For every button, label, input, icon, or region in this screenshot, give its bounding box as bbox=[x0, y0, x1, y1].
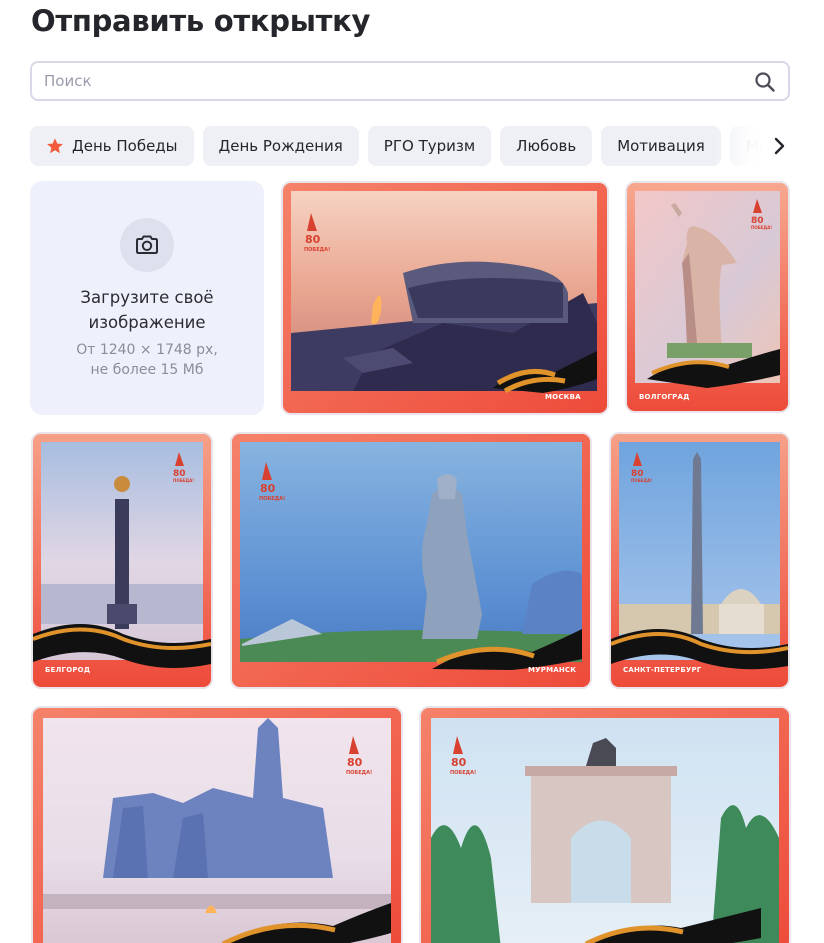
postcard-saint-petersburg[interactable]: 80 ПОБЕДА! САНКТ-ПЕТЕРБУРГ bbox=[609, 432, 790, 689]
upload-title: Загрузите своё изображение bbox=[80, 288, 214, 332]
page-title: Отправить открытку bbox=[31, 4, 371, 38]
postcard-illustration: 80 ПОБЕДА! bbox=[611, 434, 788, 687]
postcard-illustration: 80 ПОБЕДА! bbox=[232, 434, 590, 687]
upload-hint: От 1240 × 1748 px, не более 15 Мб bbox=[30, 340, 264, 380]
camera-button[interactable] bbox=[120, 218, 174, 272]
svg-text:ПОБЕДА!: ПОБЕДА! bbox=[259, 496, 285, 502]
tab-label: РГО Туризм bbox=[383, 137, 476, 155]
postcard-belgorod[interactable]: 80 ПОБЕДА! БЕЛГОРОД bbox=[31, 432, 213, 689]
chevron-right-icon[interactable] bbox=[770, 136, 790, 156]
postcard-illustration: 80 ПОБЕДА! bbox=[421, 708, 789, 943]
tab-label: Мотивация bbox=[617, 137, 705, 155]
upload-own-image-card[interactable]: Загрузите своё изображение От 1240 × 174… bbox=[30, 181, 264, 415]
tab-rgo-tourism[interactable]: РГО Туризм bbox=[367, 126, 492, 166]
postcard-triumphal-arch[interactable]: 80 ПОБЕДА! bbox=[419, 706, 791, 943]
svg-text:80: 80 bbox=[451, 756, 467, 769]
svg-text:ПОБЕДА!: ПОБЕДА! bbox=[346, 770, 372, 776]
svg-text:ПОБЕДА!: ПОБЕДА! bbox=[450, 770, 476, 776]
star-icon bbox=[47, 138, 63, 154]
postcard-city: САНКТ-ПЕТЕРБУРГ bbox=[623, 666, 702, 674]
postcard-illustration: 80 ПОБЕДА! bbox=[283, 183, 607, 413]
tab-label: День Победы bbox=[72, 137, 178, 155]
postcard-illustration: 80 ПОБЕДА! bbox=[33, 434, 211, 687]
upload-hint-limit: не более 15 Мб bbox=[90, 362, 204, 378]
tab-birthday[interactable]: День Рождения bbox=[202, 126, 359, 166]
postcard-city: БЕЛГОРОД bbox=[45, 666, 91, 674]
svg-text:ПОБЕДА!: ПОБЕДА! bbox=[751, 225, 772, 230]
search-field[interactable] bbox=[30, 61, 790, 101]
svg-text:ПОБЕДА!: ПОБЕДА! bbox=[304, 247, 330, 253]
postcard-city: МОСКВА bbox=[545, 393, 581, 401]
svg-text:80: 80 bbox=[260, 482, 276, 495]
tab-label: День Рождения bbox=[218, 137, 343, 155]
postcard-moscow[interactable]: 80 ПОБЕДА! МОСКВА bbox=[281, 181, 609, 415]
tab-label: Любовь bbox=[516, 137, 577, 155]
postcard-illustration: 80 ПОБЕДА! bbox=[627, 183, 788, 411]
camera-icon bbox=[136, 235, 158, 254]
postcard-city: МУРМАНСК bbox=[528, 666, 577, 674]
postcard-volgograd[interactable]: 80 ПОБЕДА! ВОЛГОГРАД bbox=[625, 181, 790, 413]
category-tabs: День Победы День Рождения РГО Туризм Люб… bbox=[30, 126, 770, 166]
tab-love[interactable]: Любовь bbox=[500, 126, 593, 166]
search-input[interactable] bbox=[44, 71, 734, 91]
tab-motivation[interactable]: Мотивация bbox=[601, 126, 721, 166]
svg-text:ПОБЕДА!: ПОБЕДА! bbox=[631, 478, 652, 483]
svg-text:80: 80 bbox=[347, 756, 363, 769]
postcard-murmansk[interactable]: 80 ПОБЕДА! МУРМАНСК bbox=[230, 432, 592, 689]
postcard-memorial[interactable]: 80 ПОБЕДА! bbox=[31, 706, 403, 943]
search-icon[interactable] bbox=[754, 71, 776, 93]
postcard-city: ВОЛГОГРАД bbox=[639, 393, 690, 401]
svg-text:ПОБЕДА!: ПОБЕДА! bbox=[173, 478, 194, 483]
postcard-illustration: 80 ПОБЕДА! bbox=[33, 708, 401, 943]
upload-hint-size: От 1240 × 1748 px, bbox=[76, 342, 218, 358]
svg-text:80: 80 bbox=[305, 233, 321, 246]
tab-victory-day[interactable]: День Победы bbox=[30, 126, 194, 166]
